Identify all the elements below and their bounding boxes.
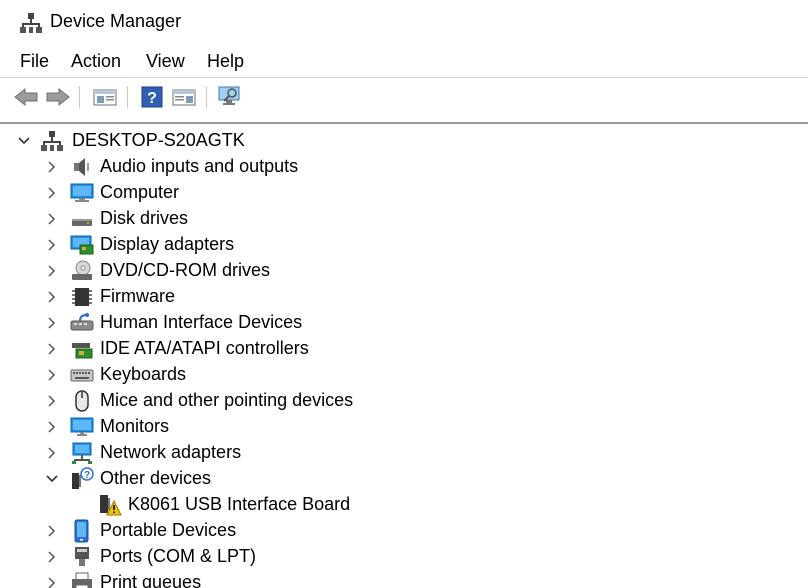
menu-file[interactable]: File [20,51,49,72]
menu-view[interactable]: View [146,51,185,72]
chevron-right-icon[interactable] [44,573,60,588]
toolbar-separator [127,86,128,108]
chevron-right-icon[interactable] [44,209,60,229]
tree-item-keyboards[interactable]: Keyboards [0,362,780,388]
chevron-right-icon[interactable] [44,157,60,177]
forward-icon[interactable] [44,84,72,110]
tree-item-label: Network adapters [100,442,242,462]
menu-action[interactable]: Action [71,51,121,72]
tree-item-display-adapters[interactable]: Display adapters [0,232,780,258]
tree-item-label: Disk drives [100,208,189,228]
title-bar: Device Manager [0,0,808,44]
chevron-right-icon[interactable] [44,365,60,385]
chevron-right-icon[interactable] [44,443,60,463]
network-adapter-icon [70,441,94,465]
window-title: Device Manager [50,11,182,31]
computer-icon [70,181,94,205]
tree-item-label: Ports (COM & LPT) [100,546,257,566]
action-pane-icon[interactable] [170,84,198,110]
tree-item-label: Human Interface Devices [100,312,303,332]
other-devices-icon: ? [70,467,94,491]
tree-item-mice[interactable]: Mice and other pointing devices [0,388,780,414]
disk-drive-icon [70,207,94,231]
back-icon[interactable] [12,84,40,110]
tree-item-hid[interactable]: Human Interface Devices [0,310,780,336]
tree-item-label: Print queues [100,572,202,588]
computer-network-icon [40,129,64,153]
tree-item-label: Portable Devices [100,520,237,540]
tree-item-monitors[interactable]: Monitors [0,414,780,440]
monitor-icon [70,415,94,439]
chevron-down-icon[interactable] [16,131,32,151]
chevron-right-icon[interactable] [44,183,60,203]
tree-item-dvd-drives[interactable]: DVD/CD-ROM drives [0,258,780,284]
tree-item-label: Mice and other pointing devices [100,390,354,410]
tree-item-portable-devices[interactable]: Portable Devices [0,518,780,544]
device-tree: DESKTOP-S20AGTK Audio inputs and outputs… [0,124,808,588]
tree-item-label: Other devices [100,468,212,488]
chevron-right-icon[interactable] [44,339,60,359]
tree-item-label: Keyboards [100,364,187,384]
tree-root[interactable]: DESKTOP-S20AGTK [0,128,780,154]
ide-controller-icon [70,337,94,361]
chevron-right-icon[interactable] [44,287,60,307]
portable-device-icon [70,519,94,543]
tree-item-label: K8061 USB Interface Board [128,494,351,514]
tree-item-other-devices[interactable]: ? Other devices [0,466,780,492]
toolbar-separator [79,86,80,108]
help-icon[interactable]: ? [138,84,166,110]
dvd-drive-icon [70,259,94,283]
tree-item-ide-controllers[interactable]: IDE ATA/ATAPI controllers [0,336,780,362]
chevron-right-icon[interactable] [44,417,60,437]
svg-text:?: ? [84,470,90,481]
chevron-right-icon[interactable] [44,313,60,333]
svg-text:?: ? [147,90,157,107]
printer-icon [70,571,94,588]
display-adapter-icon [70,233,94,257]
tree-item-disk-drives[interactable]: Disk drives [0,206,780,232]
tree-item-computer[interactable]: Computer [0,180,780,206]
scan-hardware-icon[interactable] [216,84,244,110]
firmware-icon [70,285,94,309]
tree-item-network-adapters[interactable]: Network adapters [0,440,780,466]
tree-item-label: IDE ATA/ATAPI controllers [100,338,309,358]
chevron-right-icon[interactable] [44,547,60,567]
menu-divider [0,77,808,78]
tree-item-label: Computer [100,182,180,202]
warning-device-icon [98,493,122,517]
tree-item-audio[interactable]: Audio inputs and outputs [0,154,780,180]
tree-item-label: Audio inputs and outputs [100,156,299,176]
root-label: DESKTOP-S20AGTK [72,130,245,150]
keyboard-icon [70,363,94,387]
mouse-icon [70,389,94,413]
tree-item-label: Monitors [100,416,170,436]
chevron-right-icon[interactable] [44,391,60,411]
chevron-right-icon[interactable] [44,521,60,541]
toolbar: ? [0,80,808,114]
toolbar-separator [206,86,207,108]
tree-item-label: Firmware [100,286,175,306]
chevron-right-icon[interactable] [44,235,60,255]
tree-item-firmware[interactable]: Firmware [0,284,780,310]
tree-item-print-queues[interactable]: Print queues [0,570,780,588]
chevron-down-icon[interactable] [44,469,60,489]
tree-item-label: DVD/CD-ROM drives [100,260,271,280]
device-manager-icon [20,12,42,34]
speaker-icon [70,155,94,179]
properties-pane-icon[interactable] [91,84,119,110]
tree-item-k8061-usb-interface-board[interactable]: K8061 USB Interface Board [0,492,780,518]
tree-item-label: Display adapters [100,234,235,254]
menu-bar: File Action View Help [0,48,808,76]
chevron-right-icon[interactable] [44,261,60,281]
tree-item-ports[interactable]: Ports (COM & LPT) [0,544,780,570]
menu-help[interactable]: Help [207,51,244,72]
port-icon [70,545,94,569]
hid-icon [70,311,94,335]
